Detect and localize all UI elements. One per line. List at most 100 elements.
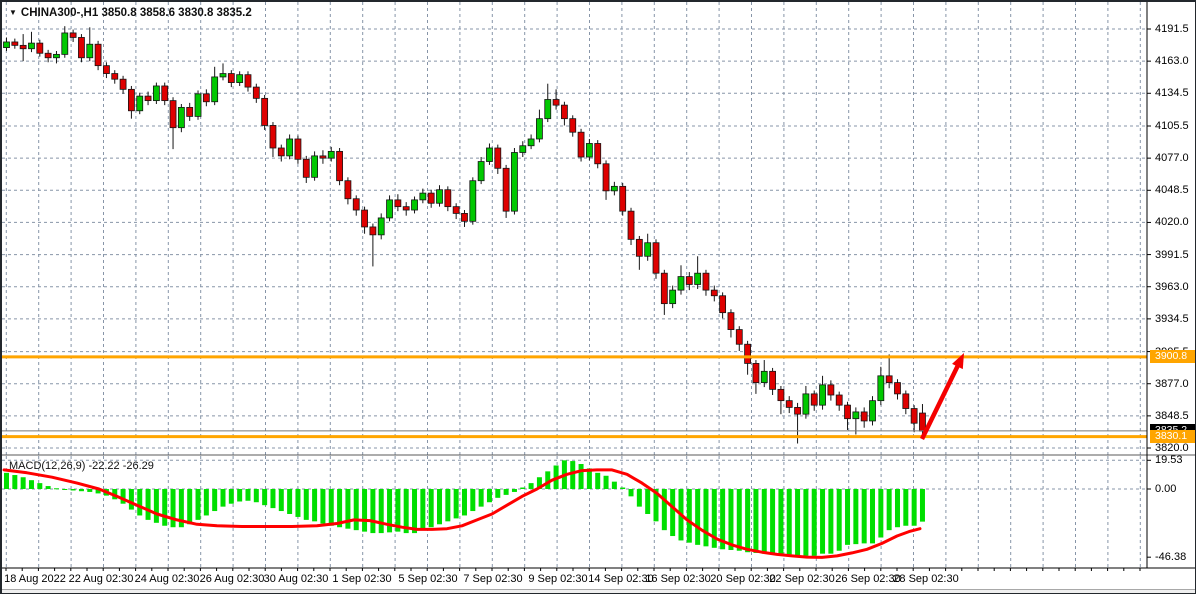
macd-histogram-bar	[629, 489, 634, 496]
macd-histogram-bar	[579, 464, 584, 489]
time-tick-label: 16 Sep 02:30	[645, 573, 710, 585]
trend-arrow-shaft[interactable]	[922, 363, 959, 439]
macd-histogram-bar	[870, 489, 875, 543]
candle-body	[12, 42, 18, 45]
price-tick-label: 3963.0	[1155, 282, 1189, 293]
macd-histogram-bar	[270, 489, 275, 508]
candle-body	[686, 277, 692, 285]
candle-body	[461, 213, 467, 221]
candle-body	[703, 273, 709, 290]
candle-body	[262, 98, 268, 125]
price-tick-label: 4163.0	[1155, 56, 1189, 67]
candle-body	[778, 389, 784, 400]
candle-body	[586, 143, 592, 157]
candle-body	[428, 193, 434, 203]
macd-histogram-bar	[687, 489, 692, 543]
macd-histogram-bar	[329, 489, 334, 526]
candle-body	[478, 162, 484, 181]
candle-body	[295, 139, 301, 159]
candle-body	[328, 151, 334, 158]
candle-body	[237, 75, 243, 83]
macd-histogram-bar	[304, 489, 309, 520]
chart-canvas[interactable]	[2, 2, 1195, 593]
candle-body	[353, 199, 359, 210]
macd-histogram-bar	[12, 475, 17, 489]
macd-histogram-bar	[279, 489, 284, 511]
candle-body	[120, 79, 126, 89]
candle-body	[387, 200, 393, 218]
price-tick-label: 3877.0	[1155, 379, 1189, 390]
macd-histogram-bar	[853, 489, 858, 544]
macd-histogram-bar	[512, 489, 517, 492]
macd-histogram-bar	[895, 489, 900, 527]
macd-histogram-bar	[171, 489, 176, 527]
macd-histogram-bar	[137, 489, 142, 515]
candle-body	[711, 290, 717, 296]
candle-body	[553, 99, 559, 105]
candle-body	[170, 101, 176, 128]
macd-histogram-bar	[29, 480, 34, 489]
symbol-ohlc-label: ▼CHINA300-,H1 3850.8 3858.6 3830.8 3835.…	[9, 7, 252, 19]
macd-histogram-bar	[154, 489, 159, 523]
candle-body	[603, 164, 609, 191]
macd-histogram-bar	[187, 489, 192, 524]
candle-body	[695, 273, 701, 284]
candle-body	[403, 207, 409, 210]
macd-tick-label: 0.00	[1155, 484, 1176, 495]
candle-body	[670, 290, 676, 304]
candle-body	[628, 211, 634, 239]
candle-body	[20, 45, 26, 48]
macd-histogram-bar	[379, 489, 384, 533]
candle-body	[561, 105, 567, 119]
candle-body	[620, 186, 626, 211]
candle-body	[395, 200, 401, 207]
candle-body	[653, 243, 659, 273]
candle-body	[495, 148, 501, 168]
macd-tick-label: 19.53	[1155, 455, 1183, 466]
candle-body	[187, 107, 193, 116]
candle-body	[53, 54, 59, 57]
candle-body	[903, 394, 909, 409]
price-tick-label: 4020.0	[1155, 217, 1189, 228]
price-tick-label: 4048.5	[1155, 185, 1189, 196]
symbol-marker-icon: ▼	[9, 8, 17, 17]
macd-histogram-bar	[437, 489, 442, 524]
candle-body	[287, 139, 293, 156]
macd-indicator-label: MACD(12,26,9) -22.22 -26.29	[9, 460, 154, 472]
candle-body	[78, 37, 84, 57]
candle-body	[245, 75, 251, 87]
candle-body	[736, 330, 742, 345]
macd-tick-label: -46.38	[1155, 552, 1186, 563]
candle-body	[103, 66, 109, 74]
macd-histogram-bar	[420, 489, 425, 530]
candle-body	[836, 395, 842, 405]
candle-body	[195, 94, 201, 117]
macd-histogram-bar	[162, 489, 167, 526]
price-tick-label: 4105.5	[1155, 121, 1189, 132]
time-tick-label: 1 Sep 02:30	[332, 573, 391, 585]
candle-body	[811, 394, 817, 405]
macd-histogram-bar	[295, 489, 300, 517]
macd-histogram-bar	[196, 489, 201, 520]
macd-histogram-bar	[920, 489, 925, 522]
macd-histogram-bar	[604, 476, 609, 489]
macd-histogram-bar	[645, 489, 650, 514]
candle-body	[378, 218, 384, 235]
macd-histogram-bar	[828, 489, 833, 554]
macd-histogram-bar	[221, 489, 226, 507]
price-tick-label: 4191.5	[1155, 24, 1189, 35]
candle-body	[37, 43, 43, 53]
candle-body	[70, 33, 76, 38]
candle-body	[253, 87, 259, 98]
macd-histogram-bar	[845, 489, 850, 545]
macd-histogram-bar	[662, 489, 667, 530]
candle-body	[645, 243, 651, 257]
candle-body	[720, 296, 726, 313]
time-tick-label: 28 Sep 02:30	[893, 573, 958, 585]
candle-body	[853, 412, 859, 419]
candle-body	[95, 44, 101, 65]
macd-histogram-bar	[87, 489, 92, 492]
candle-body	[62, 33, 68, 54]
candle-body	[303, 159, 309, 177]
time-tick-label: 5 Sep 02:30	[398, 573, 457, 585]
